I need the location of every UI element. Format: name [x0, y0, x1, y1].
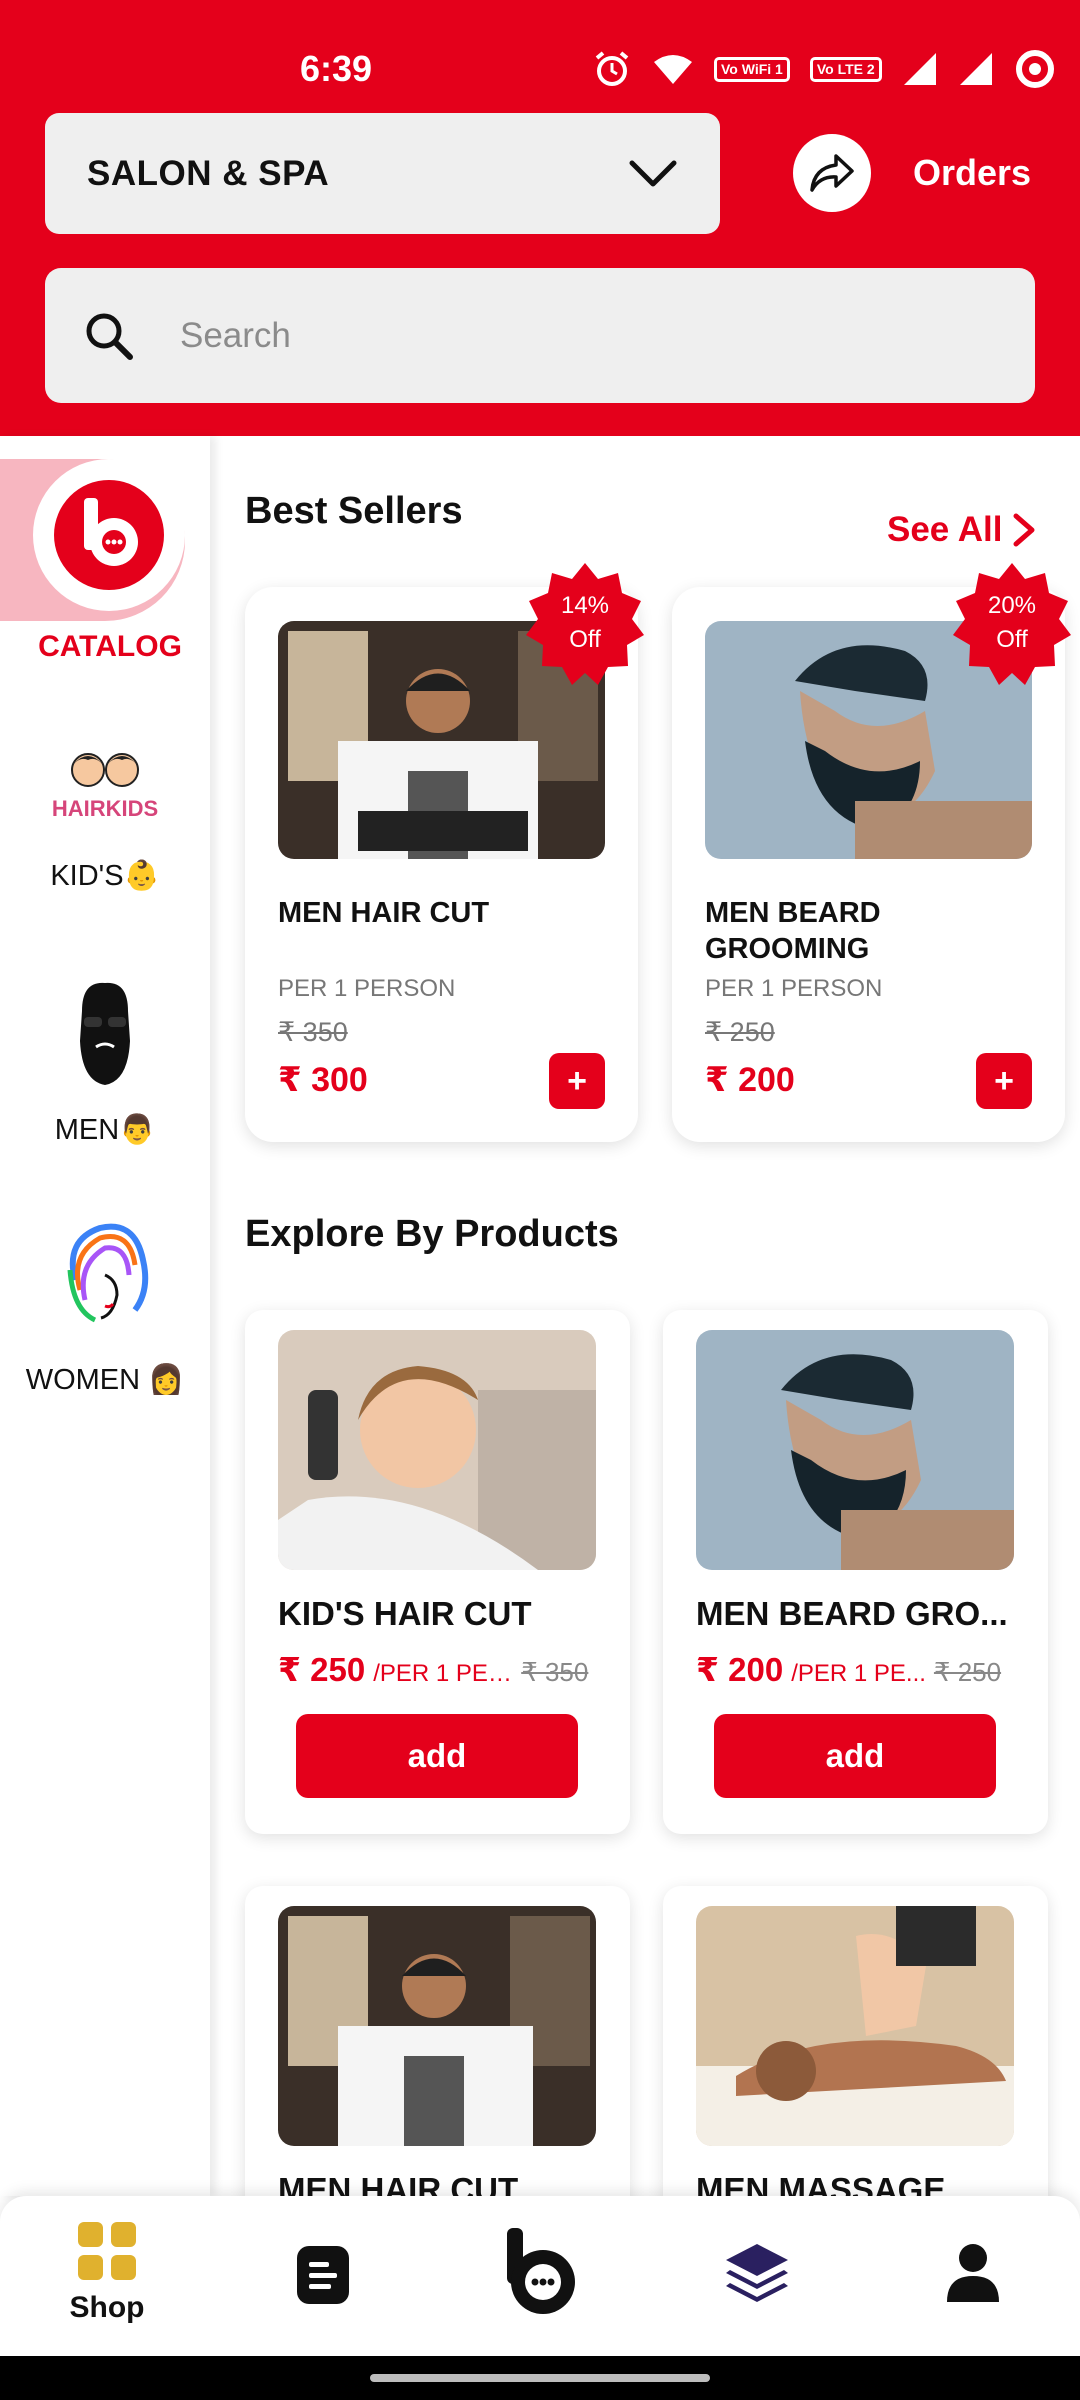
- product-name: MEN BEARD GRO...: [696, 1595, 1008, 1632]
- sidebar-item-kids[interactable]: HAIRKIDS KID'S👶: [0, 746, 210, 893]
- product-price: ₹ 200: [705, 1061, 795, 1099]
- sidebar-item-catalog[interactable]: CATALOG: [0, 436, 210, 676]
- product-price: ₹ 300: [278, 1061, 368, 1099]
- sidebar-item-label: MEN👨: [54, 1114, 156, 1146]
- product-image: [696, 1906, 1014, 2146]
- app-header: 6:39 Vo WiFi 1 Vo LTE 2 SALON & SPA Orde…: [0, 0, 1080, 436]
- product-unit: /PER 1 PE...: [791, 1660, 926, 1687]
- signal-icon: [959, 53, 992, 85]
- discount-badge: 14% Off: [520, 559, 650, 689]
- product-card[interactable]: 14% Off MEN HAIR CUT PER 1 PERSON ₹ 350 ₹…: [245, 563, 644, 1142]
- add-button[interactable]: add: [296, 1714, 578, 1798]
- product-card[interactable]: MEN BEARD GRO... ₹ 200 /PER 1 PE... ₹ 25…: [663, 1310, 1048, 1834]
- wifi-icon: [654, 55, 692, 84]
- see-all-link[interactable]: See All: [887, 510, 1036, 550]
- hairkids-logo-icon: HAIRKIDS: [52, 753, 158, 821]
- product-price: ₹ 200: [696, 1651, 784, 1688]
- store-type-dropdown[interactable]: SALON & SPA: [45, 113, 720, 234]
- category-sidebar: CATALOG HAIRKIDS KID'S👶 MEN👨 WOMEN 👩: [0, 436, 210, 2196]
- price-row: ₹ 200 /PER 1 PE... ₹ 250: [696, 1650, 1026, 1689]
- sidebar-item-label: KID'S👶: [50, 860, 160, 892]
- product-image: [278, 1906, 596, 2146]
- product-unit: PER 1 PERSON: [705, 975, 883, 1002]
- sidebar-item-women[interactable]: WOMEN 👩: [0, 1220, 210, 1403]
- search-icon: [86, 313, 133, 360]
- hairkids-wordmark: HAIRKIDS: [52, 796, 158, 821]
- nav-item-layers[interactable]: [697, 2242, 817, 2311]
- battery-icon: [1015, 50, 1054, 88]
- search-input[interactable]: [180, 315, 980, 356]
- home-gesture-handle[interactable]: [370, 2374, 710, 2382]
- nav-item-profile[interactable]: [913, 2242, 1033, 2309]
- share-icon: [793, 134, 871, 212]
- product-name: MEN HAIR CUT: [278, 897, 490, 929]
- product-price: ₹ 250: [278, 1651, 366, 1688]
- document-icon: [297, 2246, 349, 2304]
- sidebar-item-label: WOMEN 👩: [25, 1364, 185, 1396]
- product-mrp: ₹ 250: [705, 1017, 775, 1047]
- product-unit: PER 1 PERSON: [278, 975, 456, 1002]
- nav-item-label: Shop: [69, 2291, 145, 2324]
- layers-icon: [726, 2244, 788, 2302]
- store-type-label: SALON & SPA: [87, 153, 330, 193]
- add-button[interactable]: add: [714, 1714, 996, 1798]
- status-time: 6:39: [300, 48, 373, 89]
- discount-badge: 20% Off: [947, 559, 1077, 689]
- explore-title: Explore By Products: [245, 1213, 619, 1255]
- vowifi-indicator: Vo WiFi 1: [714, 56, 790, 82]
- see-all-label: See All: [887, 510, 1003, 549]
- product-name: MEN BEARD GROOMING: [705, 897, 881, 965]
- bearded-man-icon: [80, 982, 130, 1085]
- product-name: KID'S HAIR CUT: [278, 1595, 532, 1632]
- sidebar-item-label: CATALOG: [38, 630, 182, 663]
- best-sellers-title: Best Sellers: [245, 490, 463, 532]
- price-row: ₹ 250 /PER 1 PER... ₹ 350: [278, 1650, 608, 1689]
- bottom-navigation: Shop: [0, 2196, 1080, 2356]
- add-to-cart-button[interactable]: +: [549, 1053, 605, 1109]
- nav-item-shop[interactable]: Shop: [47, 2220, 167, 2325]
- nav-item-orders[interactable]: [263, 2244, 383, 2311]
- product-mrp: ₹ 250: [933, 1657, 1002, 1687]
- product-card[interactable]: 20% Off MEN BEARD GROOMING PER 1 PERSON ₹…: [672, 563, 1071, 1142]
- product-unit: /PER 1 PER...: [373, 1660, 514, 1687]
- product-image: [696, 1330, 1014, 1570]
- brand-logo-icon: [507, 2228, 575, 2314]
- badge-off: Off: [569, 626, 601, 653]
- grid-icon: [78, 2222, 136, 2280]
- chevron-down-icon: [629, 160, 677, 186]
- orders-label: Orders: [913, 152, 1032, 193]
- product-mrp: ₹ 350: [278, 1017, 348, 1047]
- product-image: [278, 1330, 596, 1570]
- badge-off: Off: [996, 626, 1028, 653]
- sidebar-item-men[interactable]: MEN👨: [0, 981, 210, 1147]
- profile-icon: [947, 2244, 999, 2302]
- nav-item-home[interactable]: [480, 2226, 600, 2323]
- alarm-icon: [595, 51, 629, 86]
- badge-percent: 20%: [987, 592, 1037, 619]
- signal-icon: [903, 53, 936, 85]
- product-mrp: ₹ 350: [521, 1657, 589, 1687]
- status-icons: Vo WiFi 1 Vo LTE 2: [592, 48, 1056, 90]
- search-bar[interactable]: [45, 268, 1035, 403]
- system-navigation-bar: [0, 2356, 1080, 2400]
- brand-logo-icon: [33, 459, 185, 611]
- product-card[interactable]: KID'S HAIR CUT ₹ 250 /PER 1 PER... ₹ 350…: [245, 1310, 630, 1834]
- add-to-cart-button[interactable]: +: [976, 1053, 1032, 1109]
- chevron-right-icon: [1013, 513, 1035, 547]
- orders-button[interactable]: Orders: [793, 134, 1031, 212]
- badge-percent: 14%: [560, 592, 610, 619]
- volte-indicator: Vo LTE 2: [809, 56, 882, 82]
- woman-hair-icon: [67, 1223, 149, 1323]
